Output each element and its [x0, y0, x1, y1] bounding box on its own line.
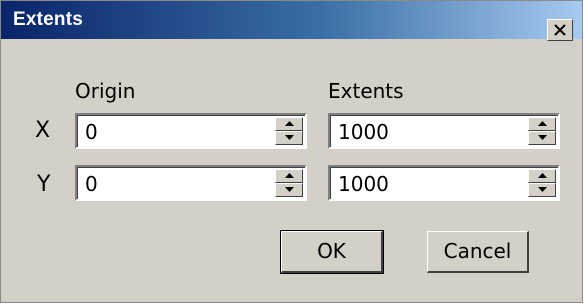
x-extents-value[interactable]: 1000: [338, 120, 389, 144]
cancel-button[interactable]: Cancel: [427, 231, 529, 273]
x-extents-decrement-button[interactable]: [528, 131, 556, 145]
triangle-up-icon: [538, 173, 547, 178]
triangle-down-icon: [538, 135, 547, 140]
x-origin-field[interactable]: 0: [75, 113, 307, 149]
title-bar[interactable]: Extents: [1, 1, 582, 41]
y-extents-value[interactable]: 1000: [338, 172, 389, 196]
triangle-down-icon: [538, 187, 547, 192]
x-extents-increment-button[interactable]: [528, 117, 556, 131]
triangle-up-icon: [285, 173, 294, 178]
y-origin-decrement-button[interactable]: [275, 183, 303, 197]
extents-header: Extents: [328, 79, 404, 103]
y-extents-increment-button[interactable]: [528, 169, 556, 183]
x-extents-spinner[interactable]: [528, 117, 556, 145]
triangle-down-icon: [285, 187, 294, 192]
y-extents-spinner[interactable]: [528, 169, 556, 197]
y-extents-field[interactable]: 1000: [328, 165, 560, 201]
close-button[interactable]: [547, 19, 573, 41]
x-axis-label: X: [35, 118, 51, 143]
y-extents-decrement-button[interactable]: [528, 183, 556, 197]
x-origin-spinner[interactable]: [275, 117, 303, 145]
y-origin-increment-button[interactable]: [275, 169, 303, 183]
triangle-up-icon: [285, 121, 294, 126]
extents-dialog: Extents Origin Extents X Y 0 1000 0 1000…: [0, 0, 583, 303]
window-title: Extents: [13, 9, 84, 30]
y-origin-field[interactable]: 0: [75, 165, 307, 201]
x-origin-value[interactable]: 0: [85, 120, 98, 144]
ok-button[interactable]: OK: [280, 230, 384, 274]
x-origin-decrement-button[interactable]: [275, 131, 303, 145]
close-icon: [554, 24, 566, 36]
triangle-up-icon: [538, 121, 547, 126]
origin-header: Origin: [75, 79, 136, 103]
x-origin-increment-button[interactable]: [275, 117, 303, 131]
y-origin-value[interactable]: 0: [85, 172, 98, 196]
y-origin-spinner[interactable]: [275, 169, 303, 197]
x-extents-field[interactable]: 1000: [328, 113, 560, 149]
triangle-down-icon: [285, 135, 294, 140]
y-axis-label: Y: [37, 172, 51, 197]
